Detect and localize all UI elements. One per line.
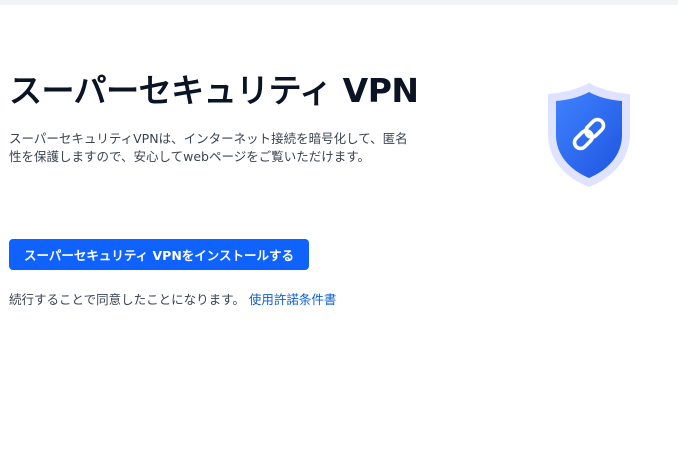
shield-link-icon: [544, 80, 634, 190]
agreement-text: 続行することで同意したことになります。: [9, 292, 245, 307]
agreement-line: 続行することで同意したことになります。 使用許諾条件書: [9, 289, 336, 308]
page-title: スーパーセキュリティ VPN: [9, 71, 419, 110]
vpn-promo-page: スーパーセキュリティ VPN スーパーセキュリティVPNは、インターネット接続を…: [0, 0, 678, 455]
install-vpn-button[interactable]: スーパーセキュリティ VPNをインストールする: [9, 239, 310, 270]
description-text: スーパーセキュリティVPNは、インターネット接続を暗号化して、匿名性を保護します…: [9, 131, 408, 164]
terms-link[interactable]: 使用許諾条件書: [249, 292, 337, 307]
